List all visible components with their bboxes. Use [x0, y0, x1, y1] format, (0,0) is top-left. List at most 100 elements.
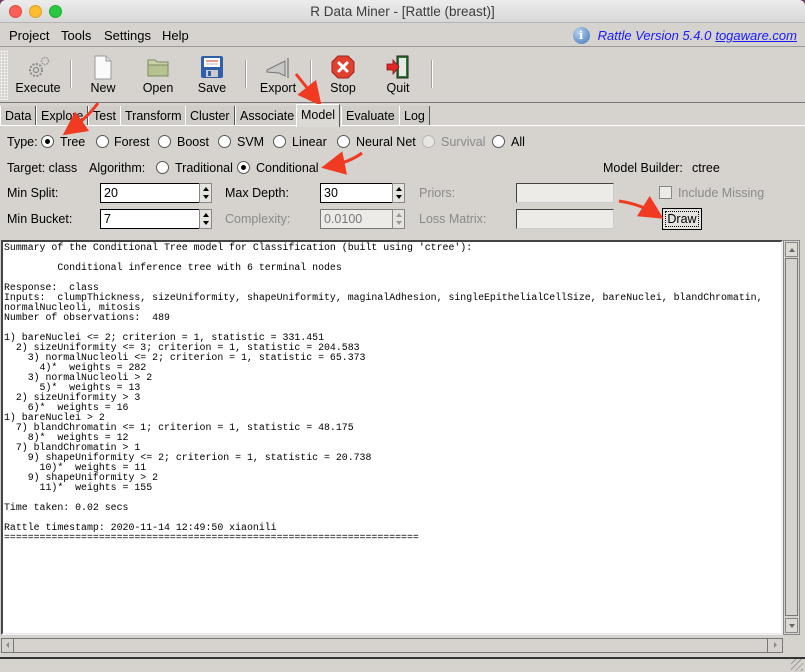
togaware-link[interactable]: togaware.com — [715, 28, 797, 43]
vertical-scrollbar[interactable] — [783, 240, 800, 635]
tab-evaluate[interactable]: Evaluate — [341, 106, 400, 126]
type-boost-label[interactable]: Boost — [177, 135, 209, 149]
rattle-window: R Data Miner - [Rattle (breast)] Project… — [0, 0, 805, 672]
type-svm-radio[interactable] — [218, 135, 231, 148]
type-tree-label[interactable]: Tree — [60, 135, 85, 149]
algorithm-conditional-radio[interactable] — [237, 161, 250, 174]
tab-transform[interactable]: Transform — [120, 106, 187, 126]
min-bucket-spinner[interactable] — [199, 209, 212, 229]
algorithm-label: Algorithm: — [89, 161, 146, 175]
version-text: Rattle Version 5.4.0 — [597, 28, 712, 43]
toolbar-separator — [431, 60, 432, 88]
menu-bar: Project Tools Settings Help i Rattle Ver… — [0, 23, 805, 47]
model-summary-text: Summary of the Conditional Tree model fo… — [4, 242, 763, 543]
tab-associate[interactable]: Associate — [235, 106, 300, 126]
type-boost-radio[interactable] — [158, 135, 171, 148]
title-bar: R Data Miner - [Rattle (breast)] — [0, 0, 805, 23]
min-bucket-input[interactable]: 7 — [100, 209, 199, 229]
scroll-down-arrow-icon[interactable] — [785, 618, 798, 633]
info-icon: i — [572, 27, 590, 44]
type-forest-radio[interactable] — [96, 135, 109, 148]
min-split-spinner[interactable] — [199, 183, 212, 203]
type-neural-net-radio[interactable] — [337, 135, 350, 148]
output-textview[interactable]: Summary of the Conditional Tree model fo… — [1, 240, 783, 635]
horizontal-scrollbar[interactable] — [1, 638, 783, 653]
scroll-up-arrow-icon[interactable] — [785, 242, 798, 257]
menu-settings[interactable]: Settings — [104, 28, 151, 43]
gears-icon — [29, 56, 50, 77]
horizontal-scroll-thumb[interactable] — [13, 639, 768, 652]
open-label: Open — [142, 81, 174, 95]
scroll-right-arrow-icon[interactable] — [770, 640, 780, 651]
toolbar-grip[interactable] — [0, 50, 8, 100]
type-linear-label[interactable]: Linear — [292, 135, 327, 149]
save-button[interactable]: Save — [184, 52, 240, 100]
status-bar — [0, 657, 805, 672]
scroll-left-arrow-icon[interactable] — [3, 640, 13, 651]
tab-test[interactable]: Test — [88, 106, 121, 126]
version-info: i Rattle Version 5.4.0 togaware.com — [572, 27, 797, 44]
toolbar-separator — [245, 60, 246, 88]
new-button[interactable]: New — [75, 52, 131, 100]
algorithm-traditional-radio[interactable] — [156, 161, 169, 174]
menu-help[interactable]: Help — [162, 28, 189, 43]
floppy-disk-icon — [201, 56, 223, 78]
tab-cluster[interactable]: Cluster — [185, 106, 235, 126]
tab-bar: Data Explore Test Transform Cluster Asso… — [0, 104, 805, 127]
export-button[interactable]: Export — [250, 52, 306, 100]
type-tree-radio[interactable] — [41, 135, 54, 148]
type-forest-label[interactable]: Forest — [114, 135, 149, 149]
type-linear-radio[interactable] — [273, 135, 286, 148]
draw-button[interactable]: Draw — [662, 208, 702, 230]
type-svm-label[interactable]: SVM — [237, 135, 264, 149]
min-split-label: Min Split: — [7, 186, 59, 200]
resize-grip-icon[interactable] — [791, 659, 803, 671]
max-depth-input[interactable]: 30 — [320, 183, 392, 203]
max-depth-label: Max Depth: — [225, 186, 289, 200]
target-label: Target: class — [7, 161, 78, 175]
type-survival-label: Survival — [441, 135, 486, 149]
save-label: Save — [197, 81, 227, 95]
quit-label: Quit — [386, 81, 410, 95]
priors-input — [516, 183, 614, 203]
max-depth-spinner[interactable] — [392, 183, 405, 203]
tab-explore[interactable]: Explore — [36, 106, 89, 126]
tab-log[interactable]: Log — [399, 106, 430, 126]
draw-label: Draw — [665, 211, 699, 227]
execute-button[interactable]: Execute — [10, 52, 66, 100]
min-bucket-label: Min Bucket: — [7, 212, 73, 226]
min-split-input[interactable]: 20 — [100, 183, 199, 203]
execute-label: Execute — [15, 81, 61, 95]
algorithm-traditional-label[interactable]: Traditional — [175, 161, 233, 175]
type-survival-radio — [422, 135, 435, 148]
loss-matrix-input — [516, 209, 614, 229]
model-builder-value: ctree — [692, 161, 720, 175]
stop-icon — [331, 55, 355, 79]
stop-label: Stop — [330, 81, 356, 95]
quit-button[interactable]: Quit — [370, 52, 426, 100]
type-all-radio[interactable] — [492, 135, 505, 148]
toolbar-separator — [310, 60, 311, 88]
tab-data[interactable]: Data — [0, 106, 37, 126]
complexity-spinner — [392, 209, 405, 229]
export-label: Export — [259, 81, 297, 95]
complexity-input: 0.0100 — [320, 209, 392, 229]
model-builder-label: Model Builder: — [603, 161, 683, 175]
vertical-scroll-thumb[interactable] — [785, 258, 798, 616]
include-missing-checkbox — [659, 186, 672, 199]
new-label: New — [90, 81, 116, 95]
folder-icon — [147, 59, 169, 77]
exit-door-icon — [386, 55, 409, 79]
type-all-label[interactable]: All — [511, 135, 525, 149]
complexity-label: Complexity: — [225, 212, 291, 226]
tab-model[interactable]: Model — [296, 104, 341, 127]
open-button[interactable]: Open — [130, 52, 186, 100]
priors-label: Priors: — [419, 186, 456, 200]
algorithm-conditional-label[interactable]: Conditional — [256, 161, 319, 175]
menu-project[interactable]: Project — [9, 28, 49, 43]
new-document-icon — [94, 55, 112, 80]
menu-tools[interactable]: Tools — [61, 28, 91, 43]
type-neural-net-label[interactable]: Neural Net — [356, 135, 416, 149]
stop-button[interactable]: Stop — [315, 52, 371, 100]
toolbar-separator — [70, 60, 71, 88]
